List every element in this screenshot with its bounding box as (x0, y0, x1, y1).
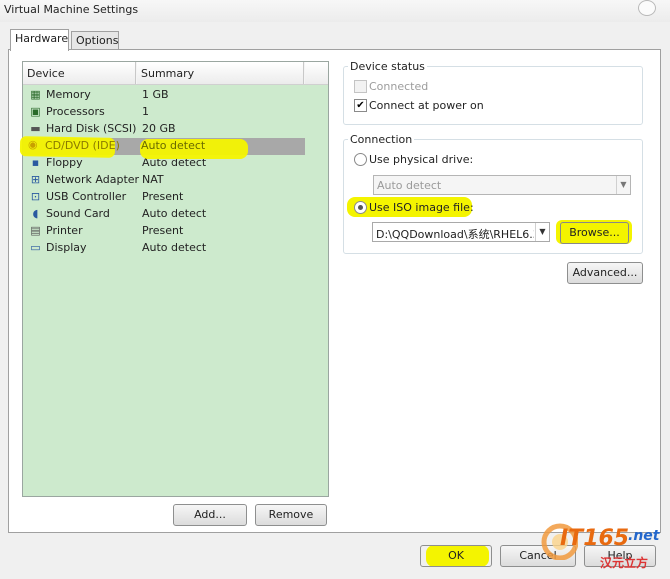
device-summary: Auto detect (142, 207, 207, 220)
advanced-button[interactable]: Advanced... (567, 262, 643, 284)
window-title: Virtual Machine Settings (4, 3, 139, 16)
browse-button[interactable]: Browse... (560, 222, 629, 244)
add-button[interactable]: Add... (173, 504, 247, 526)
device-name: Memory (46, 88, 91, 101)
connected-checkbox (354, 80, 367, 93)
device-name: Display (46, 241, 87, 254)
device-summary: 1 (142, 105, 149, 118)
device-summary: 1 GB (142, 88, 169, 101)
watermark-brand: IT165 (560, 526, 630, 551)
device-name: Hard Disk (SCSI) (46, 122, 137, 135)
memory-icon: ▦ (30, 88, 41, 101)
physical-drive-select: Auto detect ▼ (373, 175, 631, 195)
chevron-down-icon: ▼ (616, 176, 630, 194)
device-name: USB Controller (46, 190, 127, 203)
watermark-sub: 汉元立方 (600, 556, 649, 570)
hard-disk-icon: ▬ (30, 122, 41, 135)
title-bar: Virtual Machine Settings (0, 0, 670, 22)
device-row-processors[interactable]: ▣ Processors 1 (24, 104, 329, 121)
device-row-memory[interactable]: ▦ Memory 1 GB (24, 87, 329, 104)
tab-options[interactable]: Options (71, 31, 119, 51)
device-list[interactable]: Device Summary ▦ Memory 1 GB ▣ Processor… (22, 61, 329, 497)
physical-drive-value: Auto detect (377, 179, 442, 192)
list-header: Device Summary (23, 62, 328, 85)
device-row-sound-card[interactable]: ◖ Sound Card Auto detect (24, 206, 329, 223)
device-row-display[interactable]: ▭ Display Auto detect (24, 240, 329, 257)
device-name: Sound Card (46, 207, 110, 220)
display-icon: ▭ (30, 241, 41, 254)
close-icon[interactable] (638, 0, 656, 16)
connect-at-power-on-checkbox[interactable]: ✔ (354, 99, 367, 112)
network-adapter-icon: ⊞ (30, 173, 41, 186)
device-row-hard-disk[interactable]: ▬ Hard Disk (SCSI) 20 GB (24, 121, 329, 138)
device-summary: Present (142, 224, 184, 237)
device-summary: Auto detect (142, 241, 207, 254)
iso-image-path-value: D:\QQDownload\系统\RHEL6.3.i (376, 228, 534, 241)
iso-image-path-input[interactable]: D:\QQDownload\系统\RHEL6.3.i ▼ (372, 222, 550, 242)
device-name: Floppy (46, 156, 83, 169)
device-name: Network Adapter (46, 173, 140, 186)
chevron-down-icon[interactable]: ▼ (535, 223, 549, 241)
watermark-domain: .net (628, 528, 660, 544)
tab-hardware[interactable]: Hardware (10, 29, 69, 51)
device-row-usb-controller[interactable]: ⊡ USB Controller Present (24, 189, 329, 206)
processor-icon: ▣ (30, 105, 41, 118)
use-physical-drive-radio[interactable] (354, 153, 367, 166)
device-name: Printer (46, 224, 83, 237)
device-name: CD/DVD (IDE) (45, 139, 120, 152)
device-summary: Auto detect (141, 139, 206, 152)
cd-dvd-icon: ◉ (28, 138, 38, 151)
use-physical-drive-label[interactable]: Use physical drive: (369, 153, 473, 166)
column-header-device[interactable]: Device (23, 62, 136, 84)
use-iso-image-label[interactable]: Use ISO image file: (369, 201, 474, 214)
device-summary: 20 GB (142, 122, 176, 135)
device-row-cd-dvd-content[interactable]: ◉ CD/DVD (IDE) Auto detect (23, 137, 329, 154)
usb-icon: ⊡ (30, 190, 41, 203)
ok-button[interactable]: OK (420, 545, 492, 567)
device-name: Processors (46, 105, 105, 118)
device-status-group (343, 66, 643, 125)
connection-label: Connection (348, 133, 415, 146)
device-summary: NAT (142, 173, 164, 186)
connected-label: Connected (369, 80, 429, 93)
column-header-summary[interactable]: Summary (137, 62, 304, 84)
use-iso-image-radio[interactable] (354, 201, 367, 214)
sound-card-icon: ◖ (32, 207, 39, 220)
watermark-logo: IT165 .net 汉元立方 (538, 516, 666, 576)
column-header-filler (305, 62, 328, 84)
floppy-icon: ▪ (31, 156, 40, 169)
device-row-network-adapter[interactable]: ⊞ Network Adapter NAT (24, 172, 329, 189)
device-row-printer[interactable]: ▤ Printer Present (24, 223, 329, 240)
connect-at-power-on-label[interactable]: Connect at power on (369, 99, 484, 112)
remove-button[interactable]: Remove (255, 504, 327, 526)
device-status-label: Device status (348, 60, 427, 73)
printer-icon: ▤ (30, 224, 41, 237)
device-summary: Present (142, 190, 184, 203)
